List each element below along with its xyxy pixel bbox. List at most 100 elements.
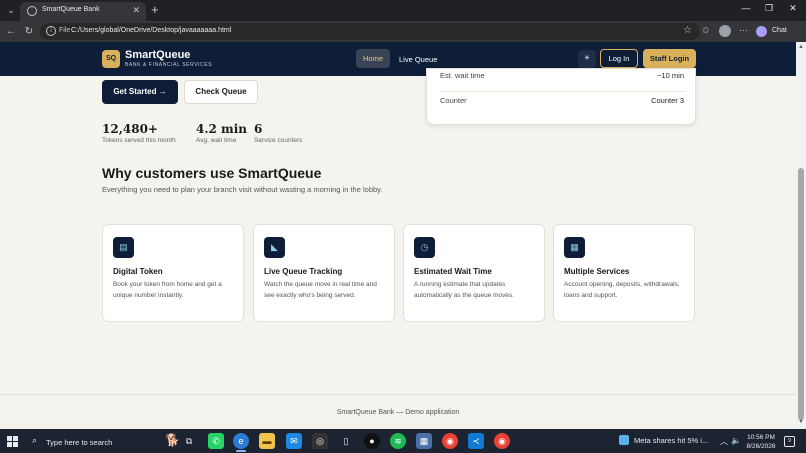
features-title: Why customers use SmartQueue [102, 165, 322, 181]
feature-card-digital-token: ▤ Digital Token Book your token from hom… [102, 224, 244, 322]
queue-status-card: Est. wait time ~10 min Counter Counter 3 [426, 68, 696, 125]
github-icon[interactable]: ● [364, 433, 380, 449]
browser-tabstrip: ⌄ SmartQueue Bank ✕ + — ❐ ✕ [0, 0, 806, 21]
stat-value: 4.2 min [196, 122, 248, 136]
windows-taskbar: ⌕ Type here to search 🐕 ⧉ ✆ e ▬ ✉ ◎ ▯ ● … [0, 429, 806, 453]
page-viewport: SQ SmartQueue BANK & FINANCIAL SERVICES … [0, 42, 796, 429]
stat-label: Avg. wait time [196, 137, 237, 144]
nav-home[interactable]: Home [356, 49, 390, 68]
favorites-icon[interactable]: ✩ [702, 25, 710, 36]
token-icon: ▤ [113, 237, 134, 258]
brand-name[interactable]: SmartQueue [125, 49, 190, 61]
profile-avatar[interactable] [719, 25, 731, 37]
stat-label: Service counters [254, 137, 303, 144]
whatsapp-icon[interactable]: ✆ [208, 433, 224, 449]
news-ticker[interactable]: Meta shares hit 5% i... [634, 436, 708, 445]
stat-value: 6 [254, 122, 263, 136]
address-scheme: File [59, 27, 71, 34]
browser-toolbar: ← ↻ i File C:/Users/global/OneDrive/Desk… [0, 21, 806, 42]
counter-value: Counter 3 [651, 96, 684, 105]
info-icon[interactable]: i [46, 26, 56, 36]
active-app-indicator [236, 450, 246, 452]
calculator-icon[interactable]: ▦ [416, 433, 432, 449]
close-tab-icon[interactable]: ✕ [132, 5, 140, 16]
logo-badge[interactable]: SQ [102, 50, 120, 68]
volume-icon[interactable]: 🔈 [731, 436, 741, 445]
tracking-icon: ◣ [264, 237, 285, 258]
file-explorer-icon[interactable]: ▬ [259, 433, 275, 449]
brand-tagline: BANK & FINANCIAL SERVICES [125, 62, 213, 68]
maximize-icon[interactable]: ❐ [757, 3, 781, 14]
tray-chevron-icon[interactable]: ︿ [720, 436, 728, 447]
mail-icon[interactable]: ✉ [286, 433, 302, 449]
copilot-icon [756, 26, 767, 37]
features-subtitle: Everything you need to plan your branch … [102, 185, 383, 194]
nav-live-queue[interactable]: Live Queue [399, 55, 437, 64]
scroll-up-icon[interactable]: ▲ [798, 44, 804, 50]
card-divider [440, 91, 684, 92]
wait-time-value: ~10 min [657, 71, 684, 80]
document-icon[interactable]: ▯ [338, 433, 354, 449]
footer-text: SmartQueue Bank — Demo application [336, 409, 460, 416]
task-view-icon[interactable]: ⧉ [181, 433, 197, 449]
new-tab-button[interactable]: + [151, 2, 159, 18]
services-icon: ▦ [564, 237, 585, 258]
close-window-icon[interactable]: ✕ [781, 3, 805, 14]
globe-icon [27, 6, 37, 16]
feature-card-wait-time: ◷ Estimated Wait Time A running estimate… [403, 224, 545, 322]
stat-value: 12,480+ [102, 122, 158, 136]
news-widget-icon [619, 435, 629, 445]
minimize-icon[interactable]: — [734, 3, 758, 13]
chrome-icon[interactable]: ◉ [442, 433, 458, 449]
page-scrollbar[interactable]: ▲ ▼ [796, 42, 806, 429]
feature-desc: Account opening, deposits, withdrawals, … [564, 281, 680, 299]
counter-label: Counter [440, 96, 467, 105]
vscode-icon[interactable]: ≺ [468, 433, 484, 449]
taskbar-search[interactable]: ⌕ Type here to search 🐕 [27, 431, 180, 451]
feature-title: Estimated Wait Time [414, 267, 492, 276]
chat-label: Chat [772, 27, 787, 34]
staff-login-button[interactable]: Staff Login [643, 49, 696, 68]
more-menu-icon[interactable]: ⋯ [739, 25, 748, 36]
search-icon: ⌕ [32, 435, 38, 445]
address-url[interactable]: C:/Users/global/OneDrive/Desktop/javaaaa… [71, 27, 231, 34]
feature-title: Digital Token [113, 267, 163, 276]
bookmark-star-icon[interactable]: ☆ [683, 25, 692, 36]
spotify-icon[interactable]: ≋ [390, 433, 406, 449]
chrome-profile-icon[interactable]: ◉ [494, 433, 510, 449]
site-footer: SmartQueue Bank — Demo application [0, 394, 796, 429]
browser-tab[interactable]: SmartQueue Bank ✕ [20, 2, 146, 21]
scroll-down-icon[interactable]: ▼ [798, 419, 804, 425]
feature-title: Live Queue Tracking [264, 267, 343, 276]
check-queue-button[interactable]: Check Queue [184, 80, 258, 104]
clock-date: 8/26/2026 [746, 443, 776, 450]
notification-icon[interactable]: 9 [784, 436, 795, 447]
feature-desc: Watch the queue move in real time and se… [264, 281, 377, 299]
stat-label: Tokens served this month [102, 137, 176, 144]
feature-desc: Book your token from home and get a uniq… [113, 281, 222, 299]
back-icon[interactable]: ← [4, 25, 18, 38]
clock[interactable]: 10:56 PM 8/26/2026 [742, 433, 780, 451]
reload-icon[interactable]: ↻ [22, 25, 36, 38]
feature-title: Multiple Services [564, 267, 630, 276]
address-bar[interactable]: i File C:/Users/global/OneDrive/Desktop/… [40, 23, 700, 40]
get-started-button[interactable]: Get Started → [102, 80, 178, 104]
stat-wait: 4.2 min Avg. wait time [196, 122, 247, 144]
windows-start-icon[interactable] [7, 436, 18, 447]
stat-counters: 6 Service counters [254, 122, 302, 144]
wait-time-label: Est. wait time [440, 71, 485, 80]
stat-tokens: 12,480+ Tokens served this month [102, 122, 176, 144]
login-button[interactable]: Log In [600, 49, 638, 68]
theme-toggle-icon[interactable]: ☀ [578, 50, 596, 68]
scroll-thumb[interactable] [798, 168, 804, 420]
edge-icon[interactable]: e [233, 433, 249, 449]
tab-title: SmartQueue Bank [42, 6, 100, 13]
timer-icon: ◷ [414, 237, 435, 258]
tab-search-icon[interactable]: ⌄ [4, 3, 18, 17]
app-icon[interactable]: ◎ [312, 433, 328, 449]
feature-card-live-tracking: ◣ Live Queue Tracking Watch the queue mo… [253, 224, 395, 322]
clock-time: 10:56 PM [747, 434, 775, 441]
feature-desc: A running estimate that updates automati… [414, 281, 515, 299]
chat-button[interactable]: Chat [756, 24, 792, 39]
feature-card-multiple-services: ▦ Multiple Services Account opening, dep… [553, 224, 695, 322]
